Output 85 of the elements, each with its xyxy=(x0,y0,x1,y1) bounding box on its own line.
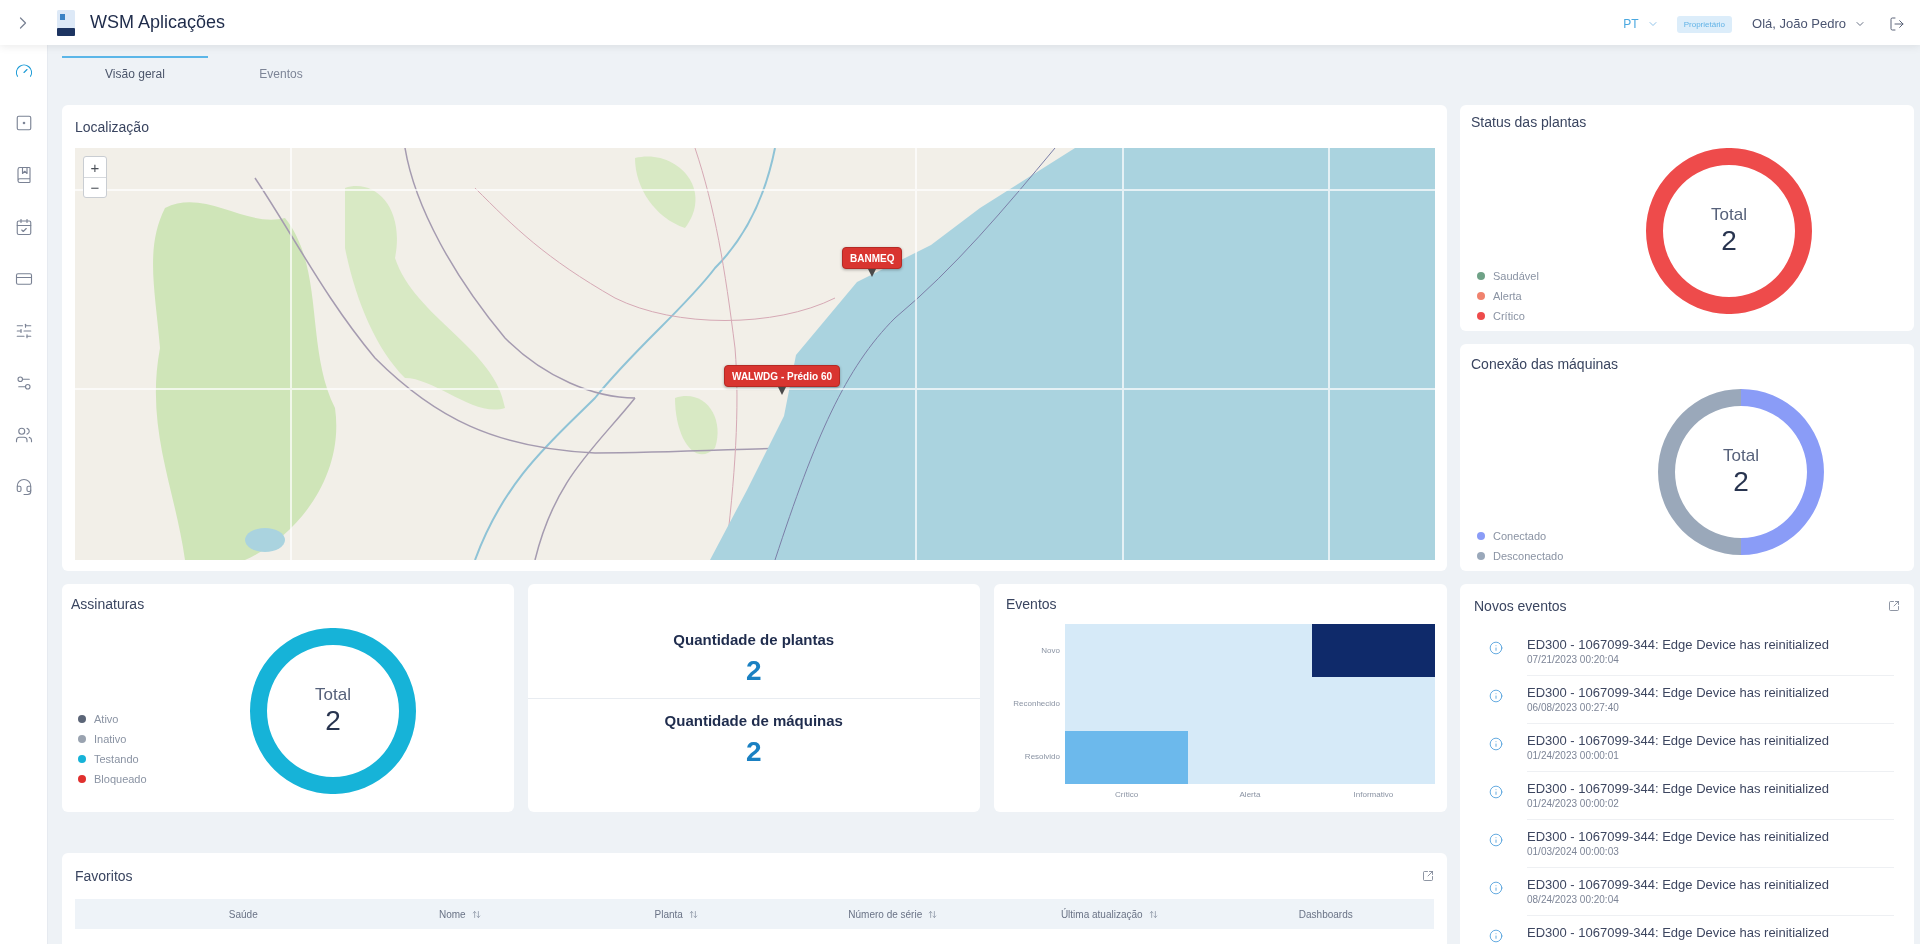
role-badge: Proprietário xyxy=(1676,15,1733,33)
count-value: 2 xyxy=(745,736,762,767)
marker-pointer-icon xyxy=(778,387,786,395)
event-title[interactable]: ED300 - 1067099-344: Edge Device has reinitialized xyxy=(1527,876,1894,893)
donut-total-value: 2 xyxy=(325,705,341,737)
count-label: Quantidade de plantas xyxy=(673,629,835,650)
event-time: 08/24/2023 00:20:04 xyxy=(1527,893,1620,906)
column-header[interactable]: Saúde xyxy=(228,906,258,922)
info-icon xyxy=(1489,833,1503,847)
legend-label: Desconectado xyxy=(1493,549,1564,563)
info-icon xyxy=(1489,881,1503,895)
legend-label: Alerta xyxy=(1493,289,1522,303)
event-title[interactable]: ED300 - 1067099-344: Edge Device has reinitialized xyxy=(1527,828,1894,845)
legend-label: Conectado xyxy=(1493,529,1547,543)
event-time: 01/24/2023 00:00:01 xyxy=(1527,749,1620,762)
donut-total-label: Total xyxy=(1711,205,1747,225)
headset-icon xyxy=(14,478,33,496)
axis-label: Novo xyxy=(1041,645,1060,656)
column-header[interactable]: Número de série xyxy=(848,906,938,922)
map-marker[interactable]: BANMEQ xyxy=(842,247,903,269)
axis-label: Informativo xyxy=(1353,790,1394,800)
user-menu[interactable]: Olá, João Pedro xyxy=(1752,14,1866,34)
legend-label: Testando xyxy=(94,752,139,766)
info-icon xyxy=(1489,785,1503,799)
donut-total-value: 2 xyxy=(1721,225,1737,257)
count-value: 2 xyxy=(745,655,762,686)
event-time: 01/03/2024 00:00:03 xyxy=(1527,845,1620,858)
app-logo-icon xyxy=(56,9,76,36)
logout-button[interactable] xyxy=(1888,15,1906,33)
info-icon xyxy=(1489,641,1503,655)
sort-icon xyxy=(928,909,938,919)
event-time: 06/08/2023 00:27:40 xyxy=(1527,701,1620,714)
column-header[interactable]: Planta xyxy=(654,906,698,922)
zoom-button[interactable]: + xyxy=(84,157,106,177)
calendar-check-icon xyxy=(14,218,33,236)
external-link-icon[interactable] xyxy=(1888,600,1900,612)
marker-pointer-icon xyxy=(868,269,877,277)
users-icon xyxy=(14,426,33,444)
legend-label: Inativo xyxy=(94,732,127,746)
donut-total-label: Total xyxy=(315,685,351,705)
axis-label: Reconhecido xyxy=(1013,699,1060,709)
info-icon xyxy=(1489,737,1503,751)
event-title[interactable]: ED300 - 1067099-344: Edge Device has reinitialized xyxy=(1527,780,1894,797)
app-title: WSM Aplicações xyxy=(90,11,226,34)
info-icon xyxy=(1489,929,1503,943)
sliders-icon xyxy=(14,374,33,392)
axis-label: Crítico xyxy=(1115,790,1139,800)
card-title: Conexão das máquinas xyxy=(1471,355,1619,373)
map-marker[interactable]: WALWDG - Prédio 60 xyxy=(724,365,840,387)
sort-icon xyxy=(471,909,481,919)
card-title: Assinaturas xyxy=(71,595,145,613)
sliders-icon xyxy=(14,322,33,340)
axis-label: Alerta xyxy=(1239,790,1261,800)
external-link-icon[interactable] xyxy=(1422,870,1434,882)
card-title: Favoritos xyxy=(75,867,133,885)
legend-label: Saudável xyxy=(1493,269,1539,283)
legend-label: Bloqueado xyxy=(94,772,147,786)
card-title: Novos eventos xyxy=(1474,597,1567,615)
info-icon xyxy=(1489,689,1503,703)
column-header[interactable]: Dashboards xyxy=(1298,906,1353,922)
donut-total-label: Total xyxy=(1723,446,1759,466)
logout-icon xyxy=(1889,16,1905,32)
event-title[interactable]: ED300 - 1067099-344: Edge Device has reinitialized xyxy=(1527,924,1894,941)
axis-label: Resolvido xyxy=(1024,752,1060,763)
gauge-icon xyxy=(14,62,33,80)
event-title[interactable]: ED300 - 1067099-344: Edge Device has reinitialized xyxy=(1527,636,1894,653)
sort-icon xyxy=(688,909,698,919)
zoom-button[interactable]: − xyxy=(84,177,106,197)
legend-label: Ativo xyxy=(94,712,119,726)
column-header[interactable]: Última atualização xyxy=(1060,906,1158,922)
legend-label: Crítico xyxy=(1493,309,1525,323)
donut-total-value: 2 xyxy=(1733,466,1749,498)
card-icon xyxy=(14,270,33,288)
event-title[interactable]: ED300 - 1067099-344: Edge Device has reinitialized xyxy=(1527,684,1894,701)
book-icon xyxy=(14,166,33,184)
count-label: Quantidade de máquinas xyxy=(664,710,843,731)
tab[interactable]: Visão geral xyxy=(62,56,208,90)
card-title: Eventos xyxy=(1006,595,1057,613)
event-time: 01/24/2023 00:00:02 xyxy=(1527,797,1620,810)
event-time: 07/21/2023 00:20:04 xyxy=(1527,653,1620,666)
card-title: Status das plantas xyxy=(1471,113,1587,131)
card-title: Localização xyxy=(75,117,149,136)
column-header[interactable]: Nome xyxy=(438,906,481,922)
event-title[interactable]: ED300 - 1067099-344: Edge Device has reinitialized xyxy=(1527,732,1894,749)
sort-icon xyxy=(1148,909,1158,919)
